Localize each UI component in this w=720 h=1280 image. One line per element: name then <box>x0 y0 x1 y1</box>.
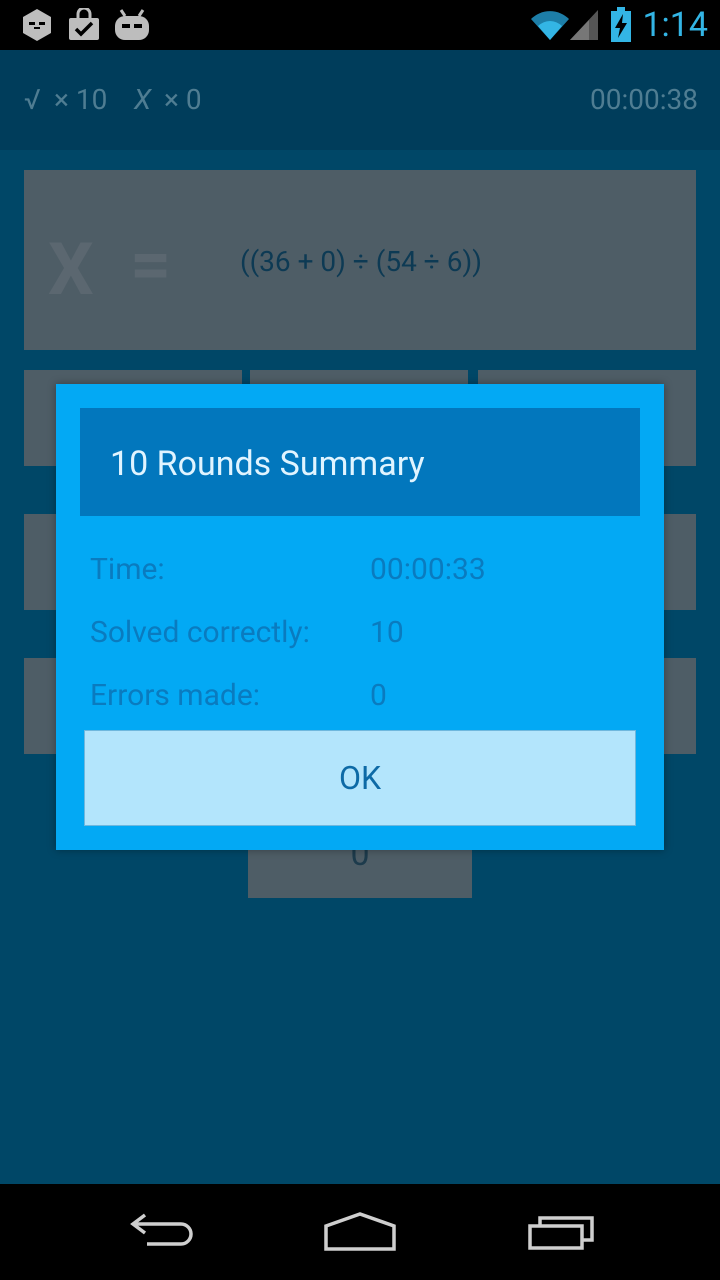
game-timer: 00:00:38 <box>590 83 698 116</box>
score-bar: √ × 10 X × 0 00:00:38 <box>0 50 720 150</box>
equation-expression: ((36 + 0) ÷ (54 ÷ 6)) <box>240 245 482 278</box>
app-screen: 1:14 √ × 10 X × 0 00:00:38 X = ((36 + 0)… <box>0 0 720 1280</box>
solved-correctly-label: Solved correctly: <box>90 615 310 650</box>
time-label: Time: <box>90 552 165 587</box>
recent-apps-icon[interactable] <box>502 1196 622 1268</box>
time-value: 00:00:33 <box>370 552 486 587</box>
back-icon[interactable] <box>100 1196 220 1268</box>
status-clock: 1:14 <box>642 5 708 45</box>
status-bar: 1:14 <box>0 0 720 50</box>
equation-variable: X <box>48 227 94 312</box>
wrong-x-icon: X <box>134 83 152 116</box>
ok-button[interactable]: OK <box>84 730 636 826</box>
shopping-bag-check-icon <box>66 7 102 43</box>
wifi-icon <box>530 7 570 43</box>
errors-made-value: 0 <box>370 678 387 713</box>
correct-check-icon: √ <box>24 83 41 116</box>
equation-equals-sign: = <box>130 222 172 307</box>
errors-made-label: Errors made: <box>90 678 261 713</box>
summary-dialog-title: 10 Rounds Summary <box>110 444 425 484</box>
battery-charging-icon <box>608 7 634 43</box>
cyanogenmod-android-icon <box>112 7 152 43</box>
solved-correctly-value: 10 <box>370 615 404 650</box>
home-icon[interactable] <box>300 1196 420 1268</box>
notification-hex-icon <box>20 7 54 43</box>
correct-count: × 10 <box>54 83 108 116</box>
signal-icon <box>568 7 600 43</box>
wrong-count: × 0 <box>164 83 202 116</box>
